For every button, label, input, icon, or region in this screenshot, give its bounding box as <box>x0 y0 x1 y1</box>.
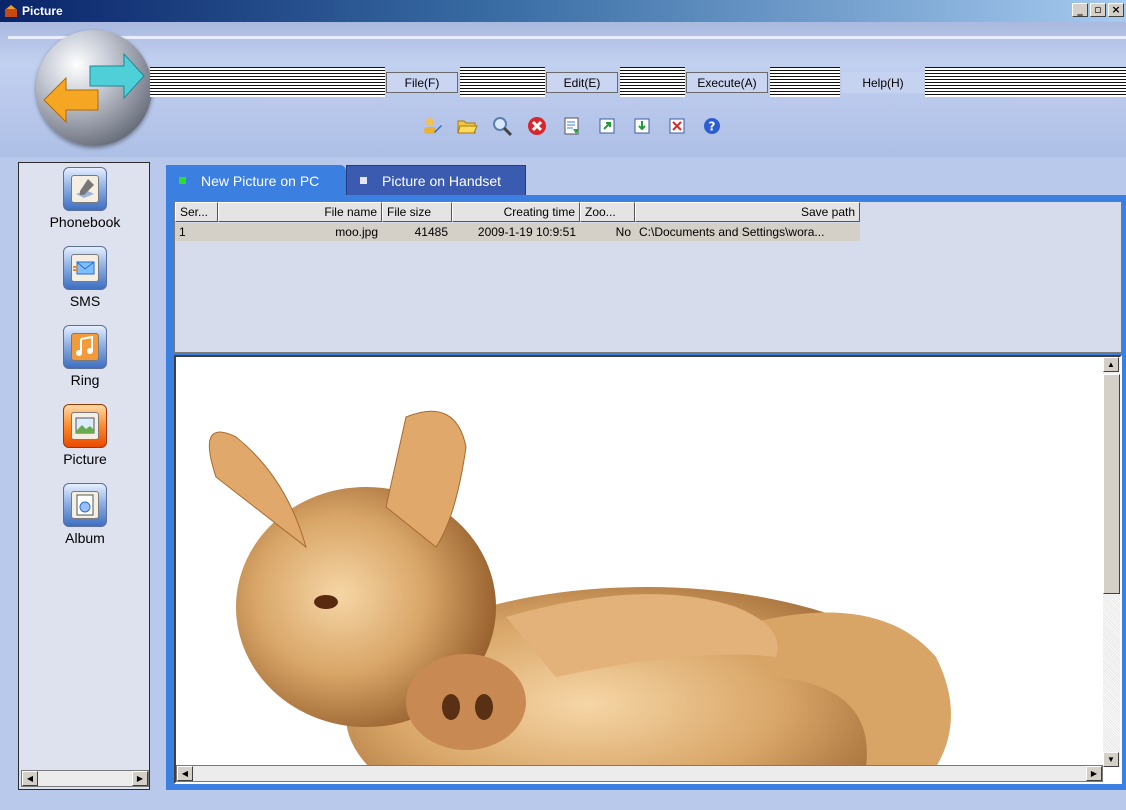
pig-image <box>208 410 951 782</box>
table-row[interactable]: 1 moo.jpg 41485 2009-1-19 10:9:51 No C:\… <box>175 223 860 241</box>
cell-creating-time: 2009-1-19 10:9:51 <box>477 225 576 239</box>
cell-file-name: moo.jpg <box>335 225 378 239</box>
column-serial[interactable]: Ser... <box>175 202 218 222</box>
menu-edit[interactable]: Edit(E) <box>546 72 618 93</box>
sidebar-item-label: Ring <box>70 372 100 388</box>
scroll-thumb[interactable] <box>1103 374 1120 594</box>
sms-icon <box>63 246 107 290</box>
status-bar <box>0 790 1126 810</box>
sidebar: Phonebook SMS Ring Picture Album ◀ ▶ <box>18 162 150 790</box>
tab-label: Picture on Handset <box>382 172 502 189</box>
document-icon[interactable] <box>560 114 584 138</box>
album-icon <box>63 483 107 527</box>
file-table: Ser... File name File size Creating time… <box>174 201 1122 353</box>
folder-open-icon[interactable] <box>455 114 479 138</box>
tab-label: New Picture on PC <box>201 172 320 189</box>
app-icon <box>4 4 18 18</box>
scroll-left-button[interactable]: ◀ <box>22 771 38 786</box>
export-icon[interactable] <box>595 114 619 138</box>
column-file-name[interactable]: File name <box>218 202 382 222</box>
scroll-down-button[interactable]: ▼ <box>1103 752 1119 767</box>
main-panel: Ser... File name File size Creating time… <box>166 195 1126 790</box>
tab-indicator-icon <box>360 177 367 184</box>
user-edit-icon[interactable] <box>420 114 444 138</box>
tab-indicator-icon <box>179 177 186 184</box>
column-file-size[interactable]: File size <box>382 202 452 222</box>
tab-bar: New Picture on PC Picture on Handset <box>166 165 526 196</box>
menu-stripe <box>460 67 545 97</box>
tab-new-picture-on-pc[interactable]: New Picture on PC <box>166 165 346 196</box>
close-button[interactable]: × <box>1108 3 1124 17</box>
cell-serial: 1 <box>179 225 186 239</box>
delete-icon[interactable] <box>525 114 549 138</box>
sidebar-item-label: Phonebook <box>49 214 121 230</box>
scroll-up-button[interactable]: ▲ <box>1103 357 1119 372</box>
remove-icon[interactable] <box>665 114 689 138</box>
menu-bar: File(F) Edit(E) Execute(A) Help(H) <box>150 67 1126 97</box>
scroll-right-button[interactable]: ▶ <box>132 771 148 786</box>
cell-file-size: 41485 <box>414 225 448 239</box>
scroll-right-button[interactable]: ▶ <box>1086 766 1102 781</box>
sidebar-item-phonebook[interactable]: Phonebook <box>19 167 151 230</box>
title-bar: Picture _ ▫ × <box>0 0 1126 22</box>
phonebook-icon <box>63 167 107 211</box>
sidebar-item-label: Album <box>65 530 105 546</box>
sidebar-item-sms[interactable]: SMS <box>19 246 151 309</box>
column-save-path[interactable]: Save path <box>635 202 860 222</box>
sidebar-item-ring[interactable]: Ring <box>19 325 151 388</box>
cell-zoom: No <box>615 225 631 239</box>
sidebar-item-album[interactable]: Album <box>19 483 151 546</box>
svg-text:?: ? <box>709 120 716 134</box>
sidebar-item-label: Picture <box>63 451 107 467</box>
menu-stripe <box>770 67 840 97</box>
menu-file[interactable]: File(F) <box>386 72 458 93</box>
search-icon[interactable] <box>490 114 514 138</box>
table-header: Ser... File name File size Creating time… <box>175 202 860 222</box>
maximize-button[interactable]: ▫ <box>1090 3 1106 17</box>
menu-help[interactable]: Help(H) <box>842 72 924 93</box>
sidebar-item-picture[interactable]: Picture <box>19 404 151 467</box>
menu-execute[interactable]: Execute(A) <box>686 72 768 93</box>
picture-icon <box>63 404 107 448</box>
menu-stripe <box>925 67 1126 97</box>
menu-stripe <box>620 67 685 97</box>
scroll-left-button[interactable]: ◀ <box>177 766 193 781</box>
sidebar-item-label: SMS <box>69 293 101 309</box>
window-controls: _ ▫ × <box>1072 3 1124 17</box>
preview-horizontal-scrollbar[interactable]: ◀ ▶ <box>176 765 1103 782</box>
toolbar: ? <box>420 113 724 139</box>
picture-preview: ▲ ▼ ◀ ▶ <box>174 355 1122 784</box>
window-title: Picture <box>22 4 63 18</box>
column-zoom[interactable]: Zoo... <box>580 202 635 222</box>
header-divider <box>8 36 1126 39</box>
column-creating-time[interactable]: Creating time <box>452 202 580 222</box>
cell-save-path: C:\Documents and Settings\wora... <box>639 225 825 239</box>
app-logo <box>36 30 152 146</box>
preview-vertical-scrollbar[interactable]: ▲ ▼ <box>1103 357 1120 767</box>
tab-picture-on-handset[interactable]: Picture on Handset <box>346 165 526 196</box>
sidebar-scrollbar[interactable]: ◀ ▶ <box>21 770 149 787</box>
menu-stripe <box>150 67 385 97</box>
import-icon[interactable] <box>630 114 654 138</box>
minimize-button[interactable]: _ <box>1072 3 1088 17</box>
ring-icon <box>63 325 107 369</box>
help-icon[interactable]: ? <box>700 114 724 138</box>
